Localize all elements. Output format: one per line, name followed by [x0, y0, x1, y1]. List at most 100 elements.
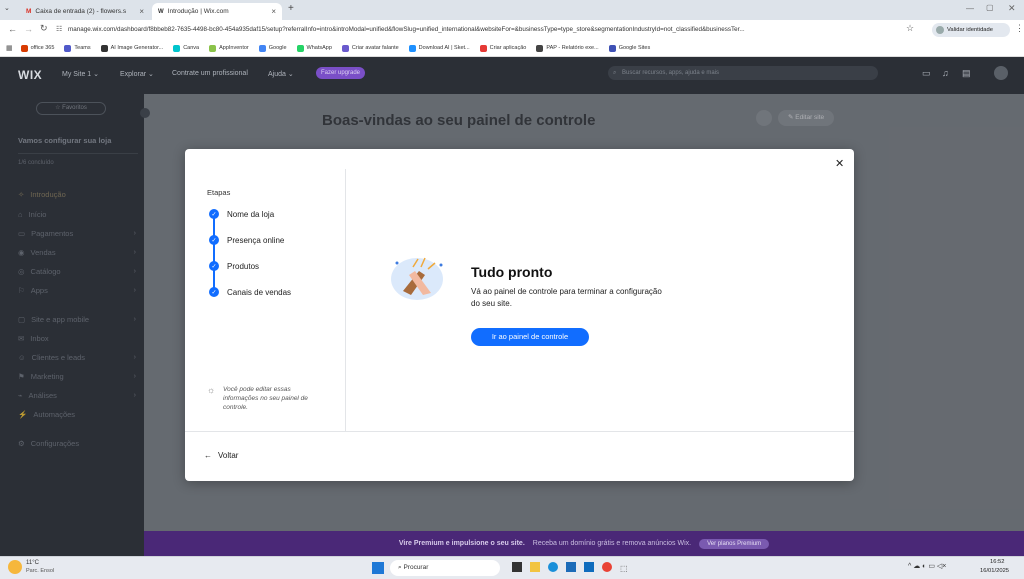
weather-desc: Parc. Ensol [26, 568, 55, 574]
step-item: ✓ Nome da loja [209, 209, 274, 219]
search-icon: ⌕ [613, 70, 617, 76]
wix-logo[interactable]: WIX [18, 68, 42, 82]
search-input[interactable]: ⌕ Buscar recursos, apps, ajuda e mais [608, 66, 878, 80]
clock-date: 16/01/2025 [980, 568, 1010, 574]
back-icon[interactable]: ← [8, 24, 17, 34]
bookmark-item[interactable]: AI Image Generator... [100, 44, 163, 52]
bookmark-icon [64, 44, 72, 52]
check-icon: ✓ [209, 235, 219, 245]
bookmark-item[interactable]: Google Sites [608, 44, 650, 52]
bell-icon[interactable]: ♫ [942, 68, 949, 78]
wix-icon: W [158, 8, 164, 15]
step-item: ✓ Presença online [209, 235, 284, 245]
go-to-dashboard-button[interactable]: Ir ao painel de controle [471, 328, 589, 346]
bookmark-item[interactable]: Teams [64, 44, 91, 52]
outlook-icon[interactable] [584, 562, 594, 572]
setup-complete-modal: ✕ Etapas ✓ Nome da loja ✓ Presença online ✓ P… [185, 149, 854, 481]
wix-top-bar: WIX My Site 1 ⌄ Explorar ⌄ Contrate um p… [0, 57, 1024, 94]
close-icon[interactable]: × [139, 7, 144, 16]
new-tab-button[interactable]: + [288, 3, 294, 14]
bookmark-icon [258, 44, 266, 52]
windows-taskbar: 11°C Parc. Ensol ⌕ Procurar ⬚ ^ ☁ ◐ ▭ ◁×… [0, 556, 1024, 579]
tab-wix[interactable]: W Introdução | Wix.com × [152, 3, 282, 20]
bookmark-item[interactable]: AppInventor [209, 44, 249, 52]
weather-icon[interactable] [8, 560, 22, 574]
edge-icon[interactable] [548, 562, 558, 572]
verify-identity-button[interactable]: Validar identidade [932, 23, 1010, 37]
apps-grid-icon[interactable]: ▦ [6, 44, 13, 52]
app-icon[interactable]: ⬚ [620, 564, 628, 573]
site-info-icon[interactable]: ☷ [56, 25, 62, 33]
browser-menu-icon[interactable]: ⋮ [1015, 23, 1024, 34]
bookmark-icon [341, 44, 349, 52]
check-icon: ✓ [209, 209, 219, 219]
clock-time: 16:52 [990, 559, 1005, 565]
bookmark-item[interactable]: PAP - Relatório exe... [536, 44, 599, 52]
bookmark-icon [173, 44, 181, 52]
steps-line [213, 215, 215, 295]
modal-footer: ← Voltar [185, 431, 854, 481]
bookmark-item[interactable]: Download AI | Sket... [408, 44, 470, 52]
menu-help[interactable]: Ajuda ⌄ [268, 70, 294, 78]
bookmark-icon [408, 44, 416, 52]
modal-title: Tudo pronto [471, 264, 553, 280]
bookmark-icon [209, 44, 217, 52]
bookmark-star-icon[interactable]: ☆ [906, 23, 914, 34]
edit-tip: Você pode editar essas informações no se… [223, 386, 308, 411]
bookmark-icon [536, 44, 544, 52]
close-icon[interactable]: ✕ [835, 157, 844, 170]
grid-icon[interactable]: ▤ [962, 68, 971, 79]
back-button[interactable]: ← Voltar [204, 451, 238, 460]
tab-gmail[interactable]: M Caixa de entrada (2) - flowers.s × [20, 3, 150, 20]
premium-plans-button[interactable]: Ver planos Premium [699, 538, 770, 549]
high-five-illustration [385, 253, 449, 301]
modal-body: Vá ao painel de controle para terminar a… [471, 287, 662, 308]
close-icon[interactable]: × [271, 7, 276, 16]
premium-banner: Vire Premium e impulsione o seu site. Re… [144, 531, 1024, 556]
chat-icon[interactable]: ▭ [922, 68, 931, 79]
bookmark-icon [608, 44, 616, 52]
lightbulb-icon: ☼ [207, 385, 216, 395]
bookmark-icon [20, 44, 28, 52]
browser-tab-bar: ⌄ M Caixa de entrada (2) - flowers.s × W … [0, 0, 1024, 20]
bookmark-item[interactable]: office 365 [20, 44, 54, 52]
bookmark-item[interactable]: Criar avatar falante [341, 44, 399, 52]
gmail-icon: M [26, 8, 32, 15]
tab-list-icon[interactable]: ⌄ [4, 4, 10, 12]
menu-explorar[interactable]: Explorar ⌄ [120, 70, 154, 78]
bookmark-icon [100, 44, 108, 52]
forward-icon[interactable]: → [24, 24, 33, 34]
window-close-button[interactable]: ✕ [1008, 3, 1016, 14]
start-icon[interactable] [372, 562, 384, 574]
check-icon: ✓ [209, 287, 219, 297]
minimize-button[interactable]: — [966, 4, 974, 13]
bookmark-item[interactable]: Google [258, 44, 287, 52]
bookmarks-bar: ▦ office 365 Teams AI Image Generator... Ca… [0, 40, 1024, 57]
store-icon[interactable] [566, 562, 576, 572]
chrome-icon[interactable] [602, 562, 612, 572]
check-icon: ✓ [209, 261, 219, 271]
arrow-left-icon: ← [204, 451, 212, 460]
avatar [936, 26, 944, 34]
taskbar-search[interactable]: ⌕ Procurar [390, 560, 500, 576]
step-item: ✓ Produtos [209, 261, 259, 271]
sidebar-collapse-button[interactable] [140, 108, 150, 118]
file-explorer-icon[interactable] [530, 562, 540, 572]
bookmark-icon [479, 44, 487, 52]
weather-temp: 11°C [26, 560, 39, 566]
bookmark-item[interactable]: Canva [173, 44, 199, 52]
restore-button[interactable]: ▢ [986, 3, 994, 12]
task-view-icon[interactable] [512, 562, 522, 572]
bookmark-icon [296, 44, 304, 52]
site-selector[interactable]: My Site 1 ⌄ [62, 70, 99, 78]
upgrade-button[interactable]: Fazer upgrade [316, 67, 366, 79]
user-avatar[interactable] [994, 66, 1008, 80]
tray-icons[interactable]: ^ ☁ ◐ ▭ ◁× [908, 562, 946, 570]
step-item: ✓ Canais de vendas [209, 287, 291, 297]
bookmark-item[interactable]: Criar aplicação [479, 44, 526, 52]
menu-hire[interactable]: Contrate um profissional [172, 70, 248, 77]
bookmark-item[interactable]: WhatsApp [296, 44, 332, 52]
steps-panel: Etapas ✓ Nome da loja ✓ Presença online ✓ Pro… [185, 169, 346, 431]
reload-icon[interactable]: ↻ [40, 23, 48, 34]
address-bar[interactable]: manage.wix.com/dashboard/f8bbeb82-7635-4… [68, 23, 922, 37]
